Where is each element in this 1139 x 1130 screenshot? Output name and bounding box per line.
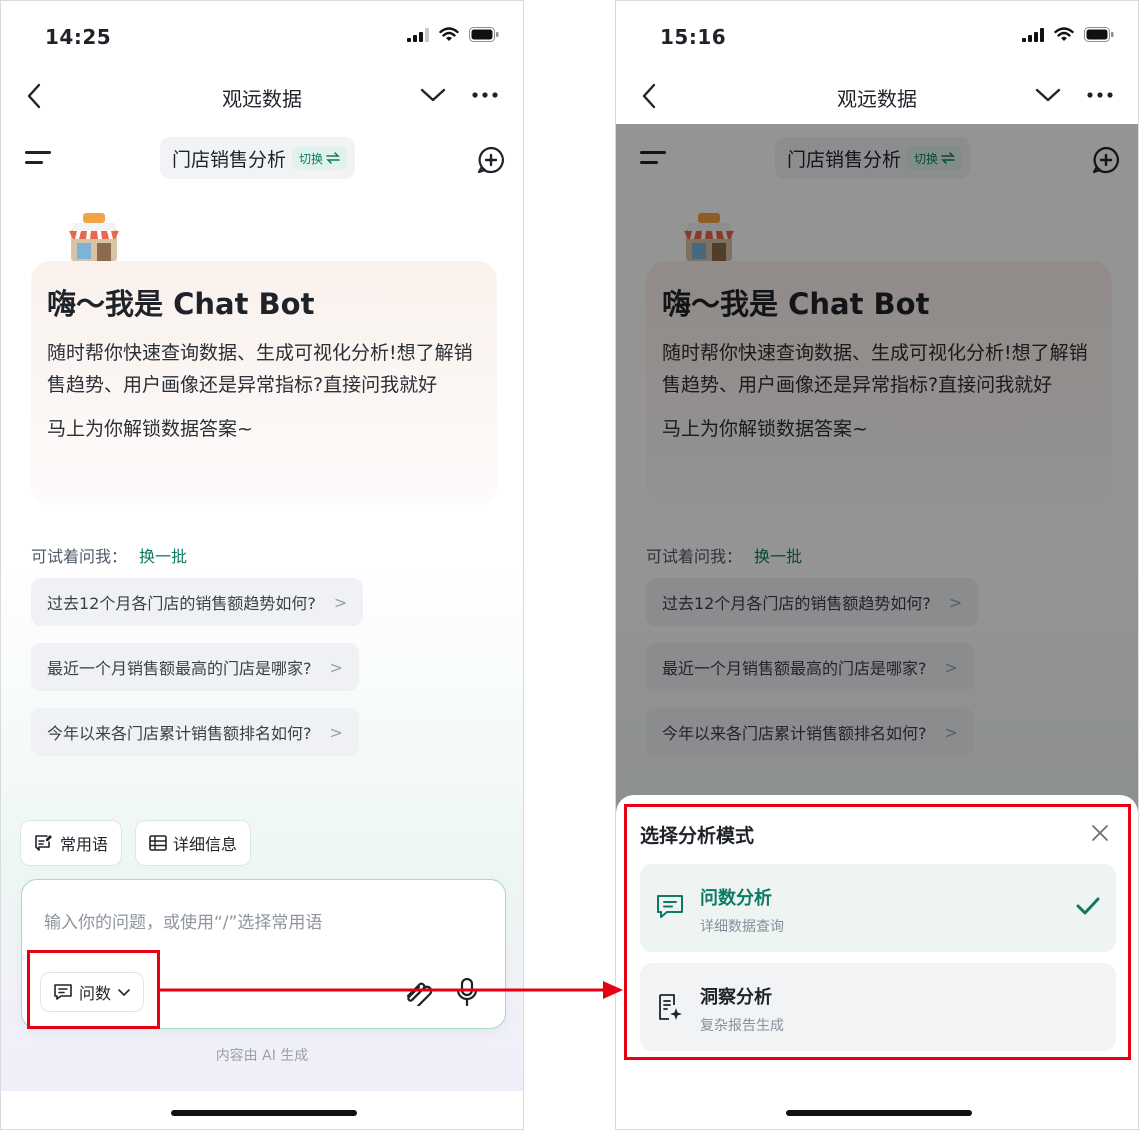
highlight-mode-sheet-box: [624, 804, 1131, 1060]
suggestion-text: 今年以来各门店累计销售额排名如何?: [47, 724, 312, 743]
suggestion-text: 过去12个月各门店的销售额趋势如何?: [47, 594, 316, 613]
welcome-body: 随时帮你快速查询数据、生成可视化分析!想了解销售趋势、用户画像还是异常指标?直接…: [47, 342, 473, 396]
cellular-signal-icon: [407, 27, 429, 42]
common-phrases-button[interactable]: 常用语: [20, 820, 123, 866]
table-icon: [149, 835, 167, 851]
welcome-subtitle: 马上为你解锁数据答案~: [47, 418, 253, 440]
cellular-signal-icon: [1022, 27, 1044, 42]
chevron-right-icon: >: [329, 657, 343, 677]
suggestion-item[interactable]: 今年以来各门店累计销售额排名如何? >: [31, 708, 359, 756]
highlight-mode-button-box: [27, 950, 160, 1029]
details-label: 详细信息: [173, 835, 238, 854]
suggestion-text: 最近一个月销售额最高的门店是哪家?: [47, 659, 312, 678]
chat-input-placeholder: 输入你的问题，或使用“/”选择常用语: [44, 913, 323, 933]
home-indicator: [171, 1110, 357, 1116]
new-chat-icon[interactable]: [476, 145, 506, 175]
refresh-suggestions-link[interactable]: 换一批: [139, 543, 187, 567]
suggestion-header: 可试着问我： 换一批: [31, 543, 187, 567]
chevron-down-icon[interactable]: [1034, 85, 1062, 105]
ai-generated-notice: 内容由 AI 生成: [215, 1048, 309, 1064]
suggestion-item[interactable]: 最近一个月销售额最高的门店是哪家? >: [31, 643, 359, 691]
chevron-right-icon: >: [329, 722, 343, 742]
common-phrases-label: 常用语: [60, 835, 109, 854]
switch-agent-button[interactable]: 切换: [292, 146, 348, 170]
home-indicator: [786, 1110, 972, 1116]
switch-label: 切换: [299, 151, 324, 166]
status-time: 15:16: [660, 25, 727, 49]
chevron-down-icon[interactable]: [419, 85, 447, 105]
wifi-icon: [439, 27, 459, 41]
more-options-icon[interactable]: [471, 91, 499, 99]
try-asking-label: 可试着问我：: [31, 547, 128, 566]
welcome-title: 嗨～我是 Chat Bot: [47, 287, 315, 321]
more-options-icon[interactable]: [1086, 91, 1114, 99]
chevron-right-icon: >: [333, 592, 348, 612]
wifi-icon: [1054, 27, 1074, 41]
shop-illustration-icon: [69, 213, 119, 261]
status-icons: [407, 27, 499, 42]
details-button[interactable]: 详细信息: [135, 820, 252, 866]
phrase-edit-icon: [35, 835, 52, 851]
battery-icon: [469, 27, 499, 42]
switch-arrows-icon: [326, 152, 340, 164]
agent-selector[interactable]: 门店销售分析 切换: [160, 137, 356, 179]
suggestion-item[interactable]: 过去12个月各门店的销售额趋势如何? >: [31, 578, 364, 626]
welcome-card: 嗨～我是 Chat Bot 随时帮你快速查询数据、生成可视化分析!想了解销售趋势…: [31, 261, 497, 505]
annotation-arrow-icon: [157, 981, 623, 999]
status-time: 14:25: [45, 25, 112, 49]
agent-name: 门店销售分析: [172, 148, 287, 171]
menu-icon[interactable]: [25, 149, 53, 167]
battery-icon: [1084, 27, 1114, 42]
status-icons: [1022, 27, 1114, 42]
